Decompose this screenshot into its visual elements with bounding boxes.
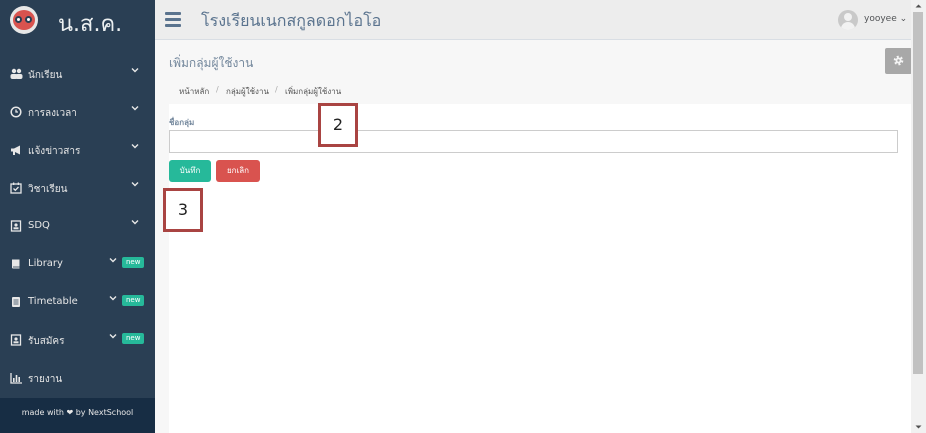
chevron-down-icon [131, 182, 139, 187]
scrollbar-thumb[interactable] [913, 12, 923, 374]
bar-chart-icon [10, 372, 22, 384]
sidebar-item-label: นักเรียน [28, 70, 63, 81]
brand[interactable]: น.ส.ค. [0, 0, 155, 40]
owl-logo-icon [10, 6, 38, 34]
sidebar-item-admissions[interactable]: รับสมัคร new [0, 322, 155, 360]
menu-toggle-icon[interactable] [165, 12, 181, 27]
chevron-down-icon [131, 106, 139, 111]
timetable-icon [10, 296, 22, 308]
main-content: เพิ่มกลุ่มผู้ใช้งาน หน้าหลัก / กลุ่มผู้ใ… [155, 40, 912, 433]
footer-text: made with ❤ by NextSchool [21, 408, 134, 417]
sidebar-item-label: รายงาน [28, 374, 63, 385]
chevron-down-icon [109, 258, 117, 263]
sidebar-item-library[interactable]: Library new [0, 246, 155, 284]
sidebar-item-sdq[interactable]: SDQ [0, 208, 155, 246]
chevron-down-icon [131, 68, 139, 73]
sidebar-item-reports[interactable]: รายงาน [0, 360, 155, 398]
sidebar-item-announcements[interactable]: แจ้งข่าวสาร [0, 132, 155, 170]
username[interactable]: yooyee ⌄ [864, 14, 907, 24]
sidebar-item-label: วิชาเรียน [28, 184, 68, 195]
sidebar-item-subjects[interactable]: วิชาเรียน [0, 170, 155, 208]
form-panel: ชื่อกลุ่ม บันทึก ยกเลิก [169, 104, 911, 433]
sidebar-item-attendance[interactable]: การลงเวลา [0, 94, 155, 132]
chevron-down-icon [109, 334, 117, 339]
breadcrumb-separator: / [275, 85, 278, 94]
brand-title: น.ส.ค. [58, 12, 123, 37]
breadcrumb-separator: / [216, 85, 219, 94]
sidebar-item-label: Library [28, 258, 63, 269]
application-icon [10, 334, 22, 346]
sidebar-item-label: แจ้งข่าวสาร [28, 146, 81, 157]
chevron-down-icon: ⌄ [899, 14, 908, 24]
top-navbar: โรงเรียนเนกสกูลดอกไอโอ yooyee ⌄ [155, 0, 926, 40]
save-button[interactable]: บันทึก [169, 160, 211, 182]
new-badge: new [122, 333, 145, 344]
gear-icon [893, 55, 904, 66]
sidebar-item-label: SDQ [28, 220, 50, 231]
breadcrumb: หน้าหลัก / กลุ่มผู้ใช้งาน / เพิ่มกลุ่มผู… [169, 80, 911, 100]
new-badge: new [122, 295, 145, 306]
contact-card-icon [10, 220, 22, 232]
cancel-button[interactable]: ยกเลิก [216, 160, 260, 182]
page-scrollbar[interactable] [911, 0, 926, 433]
sidebar-item-label: Timetable [28, 296, 78, 307]
sidebar-footer: made with ❤ by NextSchool [0, 398, 155, 433]
scroll-down-arrow-icon[interactable] [911, 421, 926, 433]
school-name: โรงเรียนเนกสกูลดอกไอโอ [201, 11, 382, 30]
group-name-label: ชื่อกลุ่ม [169, 118, 195, 127]
chevron-down-icon [109, 296, 117, 301]
settings-button[interactable] [885, 48, 912, 74]
breadcrumb-home[interactable]: หน้าหลัก [179, 85, 209, 98]
sidebar-item-label: รับสมัคร [28, 336, 65, 347]
megaphone-icon [10, 144, 22, 156]
sidebar-item-timetable[interactable]: Timetable new [0, 284, 155, 322]
book-icon [10, 258, 22, 270]
group-name-input[interactable] [169, 130, 898, 153]
users-icon [10, 68, 23, 80]
breadcrumb-current: เพิ่มกลุ่มผู้ใช้งาน [285, 87, 342, 96]
scroll-up-arrow-icon[interactable] [911, 0, 926, 12]
sidebar: น.ส.ค. นักเรียน การลงเวลา แจ้งข่าวสาร วิ… [0, 0, 155, 433]
sidebar-item-label: การลงเวลา [28, 108, 77, 119]
annotation-box-2: 2 [318, 103, 358, 147]
new-badge: new [122, 257, 145, 268]
annotation-box-3: 3 [163, 188, 203, 232]
avatar[interactable] [838, 10, 858, 30]
clock-icon [10, 106, 22, 118]
calendar-check-icon [10, 182, 22, 194]
chevron-down-icon [131, 220, 139, 225]
page-title: เพิ่มกลุ่มผู้ใช้งาน [169, 56, 254, 70]
chevron-down-icon [131, 144, 139, 149]
sidebar-item-students[interactable]: นักเรียน [0, 56, 155, 94]
breadcrumb-user-groups[interactable]: กลุ่มผู้ใช้งาน [226, 85, 269, 98]
